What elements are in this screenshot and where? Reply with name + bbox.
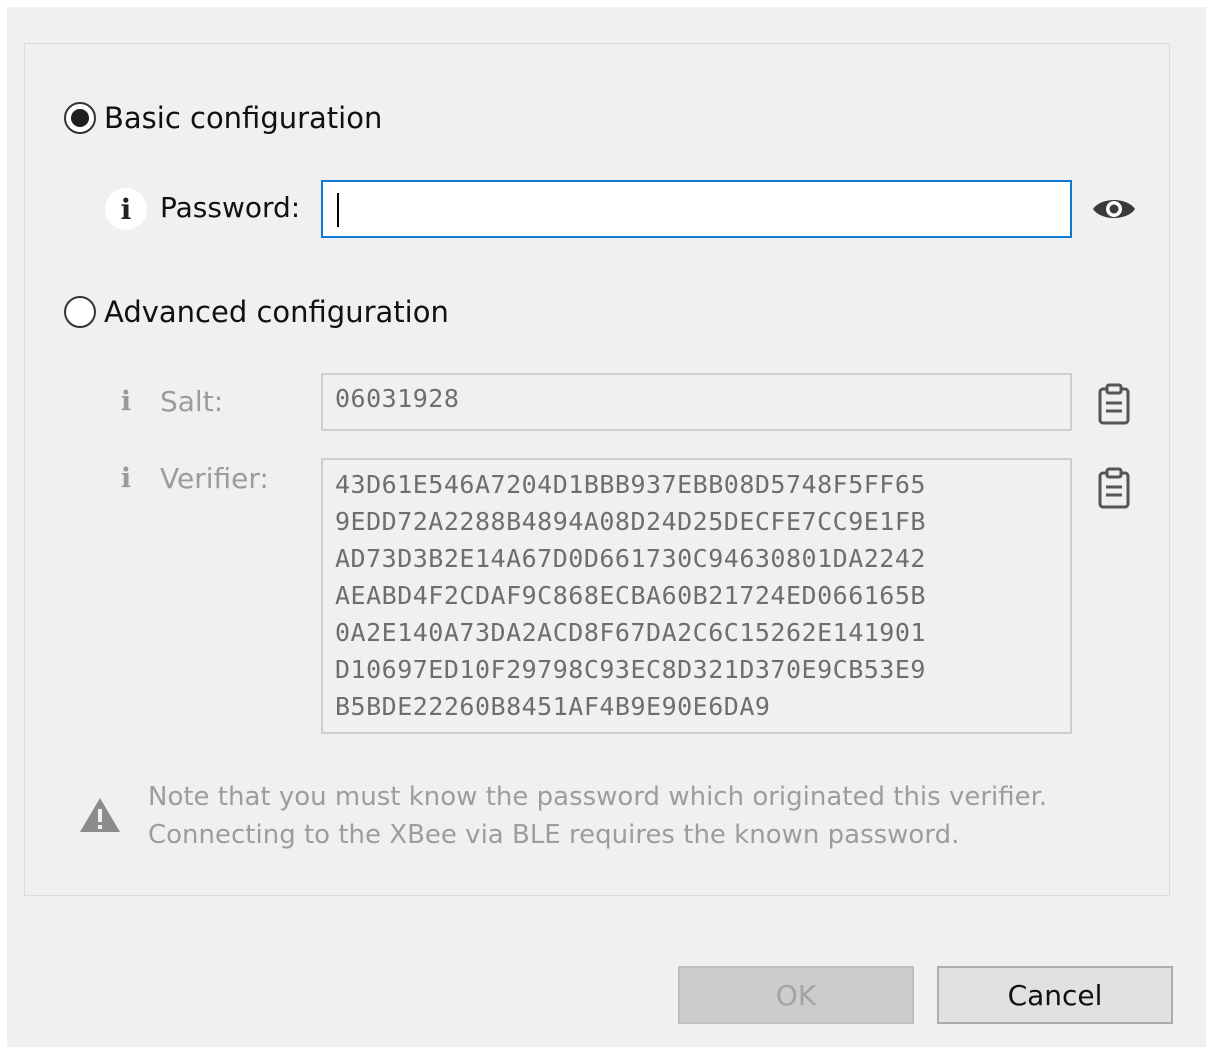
verifier-line: 9EDD72A2288B4894A08D24D25DECFE7CC9E1FB [335, 507, 926, 536]
password-input[interactable] [321, 180, 1072, 238]
password-label: Password: [160, 191, 301, 224]
salt-field[interactable]: 06031928 [321, 373, 1072, 431]
verifier-info-icon[interactable]: i [116, 463, 136, 494]
salt-info-icon[interactable]: i [116, 386, 136, 417]
radio-selected-icon[interactable] [64, 102, 96, 134]
warning-message: Note that you must know the password whi… [148, 778, 1047, 854]
verifier-field[interactable]: 43D61E546A7204D1BBB937EBB08D5748F5FF65 9… [321, 458, 1072, 734]
salt-label: Salt: [160, 385, 224, 418]
advanced-config-radio[interactable]: Advanced configuration [64, 295, 449, 329]
verifier-line: D10697ED10F29798C93EC8D321D370E9CB53E9 [335, 655, 926, 684]
password-info-icon[interactable]: i [105, 188, 147, 230]
verifier-line: AEABD4F2CDAF9C868ECBA60B21724ED066165B [335, 581, 926, 610]
basic-config-radio[interactable]: Basic configuration [64, 101, 382, 135]
cancel-button[interactable]: Cancel [937, 966, 1173, 1024]
basic-config-label: Basic configuration [104, 101, 383, 135]
verifier-clipboard-icon[interactable] [1097, 467, 1131, 509]
verifier-line: 43D61E546A7204D1BBB937EBB08D5748F5FF65 [335, 470, 926, 499]
verifier-line: B5BDE22260B8451AF4B9E90E6DA9 [335, 692, 771, 721]
verifier-label: Verifier: [160, 462, 269, 495]
ok-button[interactable]: OK [678, 966, 914, 1024]
text-caret [337, 193, 339, 227]
warning-line: Note that you must know the password whi… [148, 782, 1048, 812]
warning-line: Connecting to the XBee via BLE requires … [148, 820, 960, 850]
verifier-line: AD73D3B2E14A67D0D661730C94630801DA2242 [335, 544, 926, 573]
warning-icon [80, 798, 120, 832]
eye-icon[interactable] [1091, 194, 1137, 224]
salt-clipboard-icon[interactable] [1097, 383, 1131, 425]
advanced-config-label: Advanced configuration [104, 295, 449, 329]
radio-unselected-icon[interactable] [64, 296, 96, 328]
salt-value: 06031928 [335, 384, 460, 413]
verifier-line: 0A2E140A73DA2ACD8F67DA2C6C15262E141901 [335, 618, 926, 647]
